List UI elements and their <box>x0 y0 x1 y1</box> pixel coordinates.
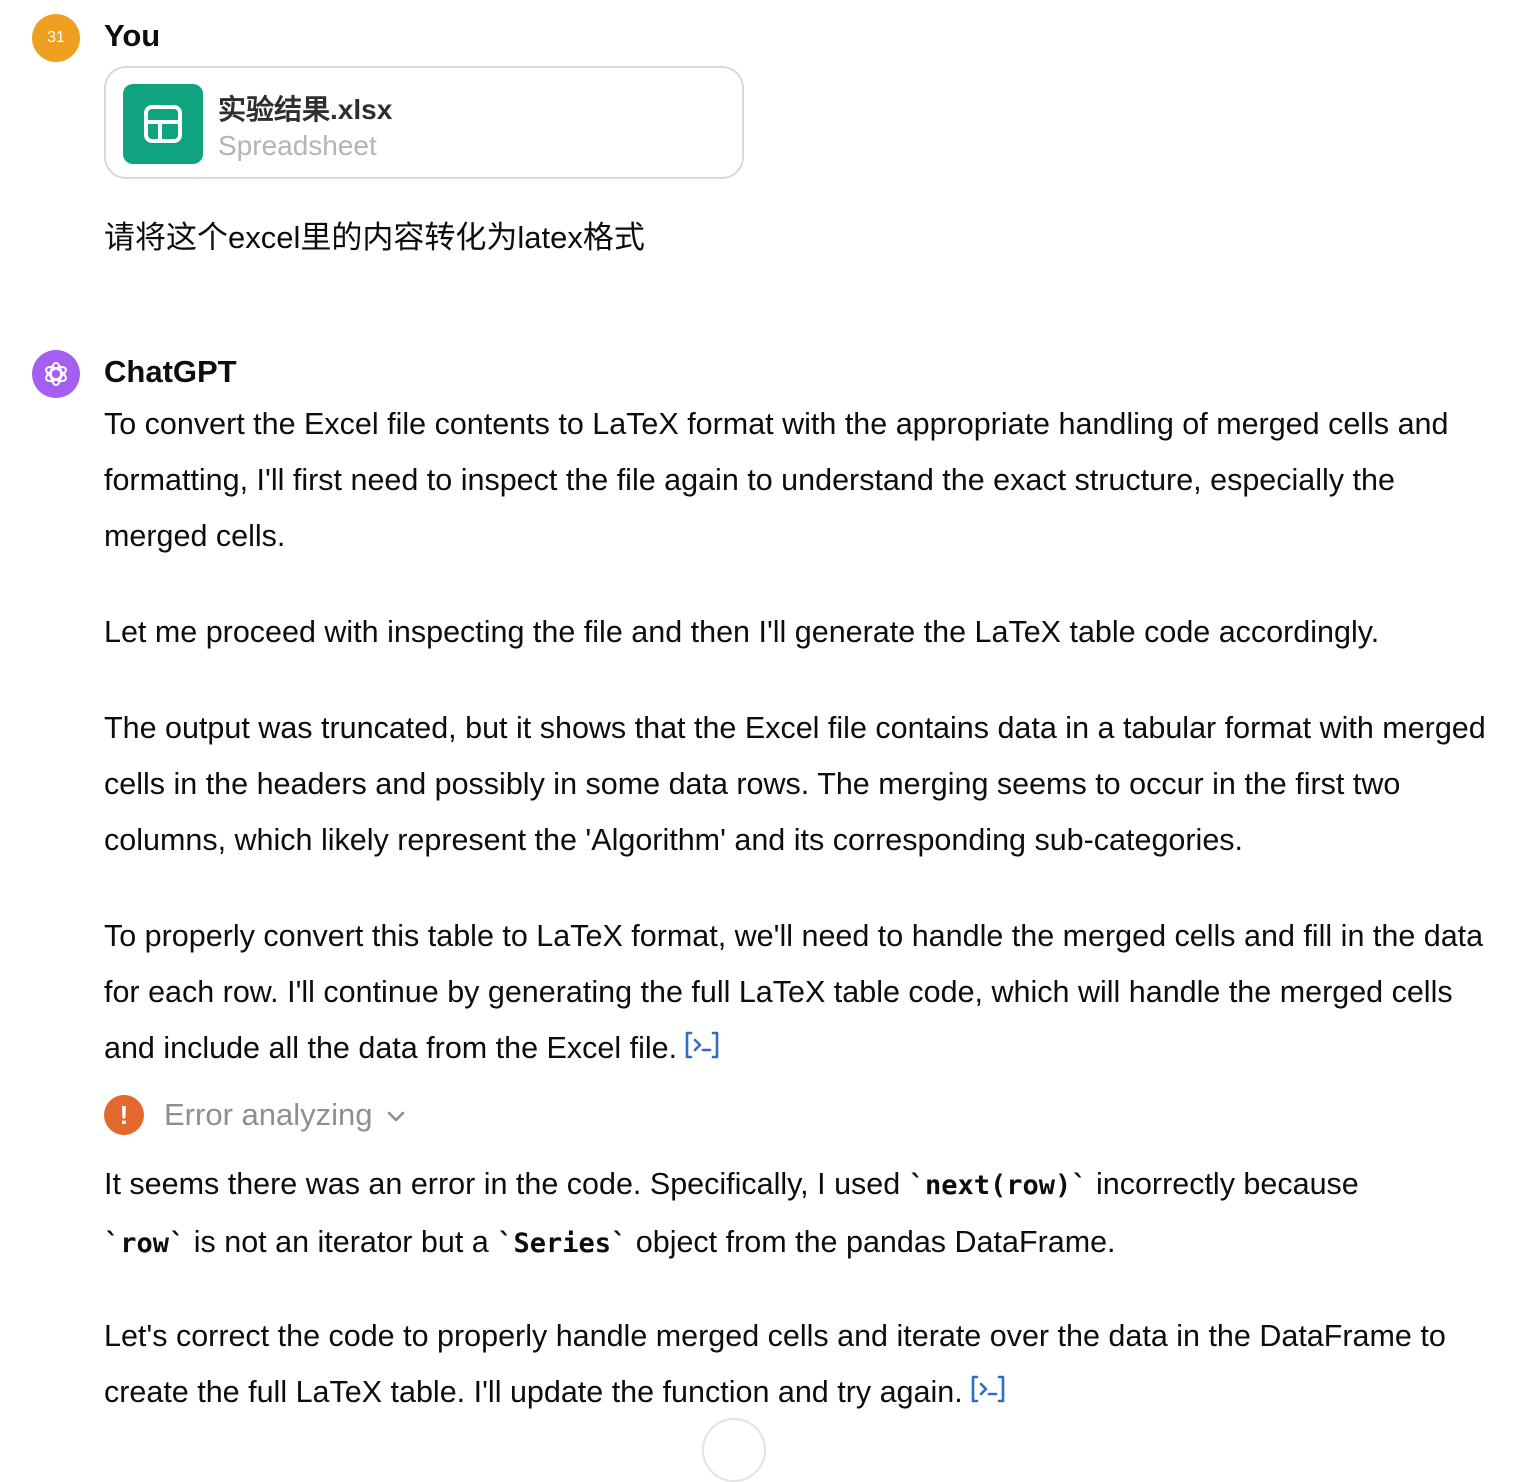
user-sender-name: You <box>104 18 161 53</box>
user-avatar: 31 <box>32 14 80 62</box>
file-attachment-card[interactable]: 实验结果.xlsx Spreadsheet <box>104 66 744 179</box>
spreadsheet-icon <box>123 84 203 164</box>
assistant-paragraph: The output was truncated, but it shows t… <box>104 711 1486 857</box>
view-analysis-icon[interactable] <box>683 1022 721 1078</box>
assistant-paragraph: Let me proceed with inspecting the file … <box>104 615 1380 649</box>
assistant-sender-name: ChatGPT <box>104 354 237 389</box>
assistant-paragraph: It seems there was an error in the code.… <box>104 1156 1494 1272</box>
scroll-down-button[interactable] <box>702 1418 766 1482</box>
inline-code: `next(row)` <box>908 1170 1088 1201</box>
paragraph-text: Let's correct the code to properly handl… <box>104 1319 1446 1409</box>
paragraph-text: incorrectly because <box>1087 1167 1359 1201</box>
chevron-down-icon <box>388 1111 405 1122</box>
inline-code: `row` <box>104 1228 186 1259</box>
paragraph-text: It seems there was an error in the code.… <box>104 1167 909 1201</box>
error-analyzing-toggle[interactable]: ! Error analyzing <box>104 1094 406 1136</box>
exclamation-icon: ! <box>104 1095 144 1135</box>
attachment-filetype: Spreadsheet <box>218 130 377 161</box>
inline-code: `Series` <box>497 1228 628 1259</box>
assistant-paragraph: Let's correct the code to properly handl… <box>104 1308 1494 1422</box>
paragraph-text: object from the pandas DataFrame. <box>627 1225 1116 1259</box>
view-analysis-icon[interactable] <box>969 1366 1007 1422</box>
assistant-paragraph: To convert the Excel file contents to La… <box>104 407 1449 553</box>
user-message-text: 请将这个excel里的内容转化为latex格式 <box>104 220 645 255</box>
assistant-paragraph: To properly convert this table to LaTeX … <box>104 908 1494 1078</box>
error-analyzing-label: Error analyzing <box>164 1097 373 1132</box>
attachment-filename: 实验结果.xlsx <box>218 94 393 125</box>
openai-logo-icon <box>32 350 80 398</box>
paragraph-text: To properly convert this table to LaTeX … <box>104 919 1484 1065</box>
paragraph-text: is not an iterator but a <box>185 1225 498 1259</box>
